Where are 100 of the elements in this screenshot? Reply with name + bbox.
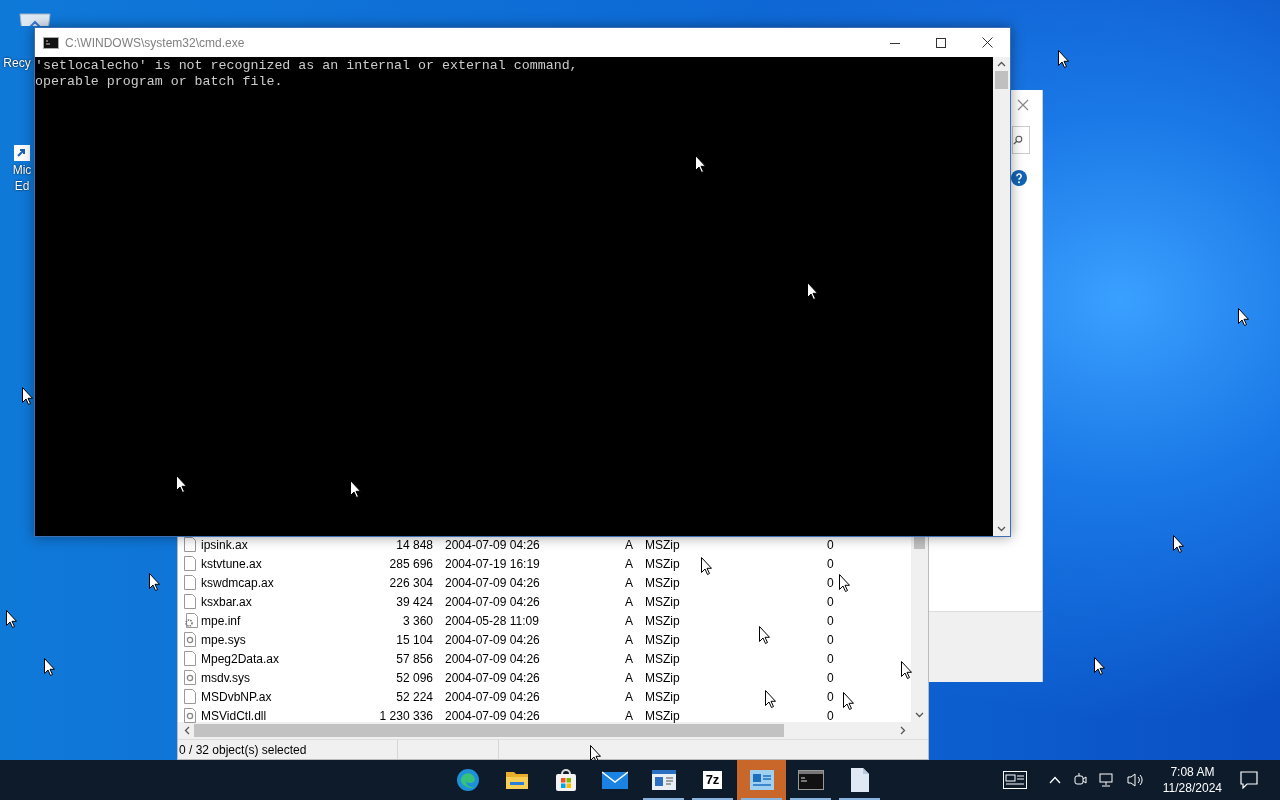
clock-date[interactable]: 11/28/2024 — [1162, 780, 1222, 796]
search-icon — [1013, 134, 1023, 146]
scrollbar-thumb[interactable] — [914, 537, 925, 549]
attributes-cell: A — [625, 613, 633, 628]
attributes-cell: A — [625, 689, 633, 704]
horizontal-scrollbar[interactable] — [178, 722, 928, 739]
system-file-icon — [184, 632, 196, 647]
table-cell: 0 — [827, 651, 834, 666]
table-cell: 0 — [827, 575, 834, 590]
method-cell: MSZip — [645, 651, 680, 666]
method-cell: MSZip — [645, 708, 680, 723]
close-icon[interactable] — [982, 37, 993, 48]
vertical-scrollbar[interactable] — [993, 57, 1010, 536]
search-field[interactable] — [1012, 126, 1030, 154]
chevron-up-icon[interactable] — [1048, 776, 1061, 784]
cursor-icon — [807, 282, 818, 300]
window-title: C:\WINDOWS\system32\cmd.exe — [65, 35, 245, 50]
table-cell: 0 — [827, 556, 834, 571]
mail-icon — [601, 770, 628, 790]
modified-cell: 2004-07-09 04:26 — [445, 651, 540, 666]
desktop-icon-label[interactable]: Recy — [3, 56, 31, 70]
file-name-cell[interactable]: mpe.sys — [201, 632, 246, 647]
file-icon — [184, 651, 196, 666]
file-size-cell: 57 856 — [396, 651, 433, 666]
file-size-cell: 39 424 — [396, 594, 433, 609]
scroll-down-icon[interactable] — [915, 712, 924, 718]
modified-cell: 2004-07-09 04:26 — [445, 575, 540, 590]
console-output-line: 'setlocalecho' is not recognized as an internal or external command, — [35, 58, 578, 74]
scroll-up-icon[interactable] — [997, 61, 1006, 67]
volume-icon[interactable] — [1126, 772, 1145, 788]
camera-icon[interactable] — [1072, 772, 1087, 788]
cursor-icon — [1094, 657, 1105, 675]
folder-icon — [504, 769, 529, 791]
attributes-cell: A — [625, 632, 633, 647]
attributes-cell: A — [625, 594, 633, 609]
file-name-cell[interactable]: MSDvbNP.ax — [201, 689, 272, 704]
console-output-line: operable program or batch file. — [35, 74, 283, 90]
method-cell: MSZip — [645, 594, 680, 609]
help-icon[interactable] — [1011, 170, 1027, 186]
system-file-icon — [184, 670, 196, 685]
cursor-icon — [350, 480, 361, 498]
table-cell: 0 — [827, 689, 834, 704]
status-text: 0 / 32 object(s) selected — [178, 742, 308, 757]
file-size-cell: 15 104 — [396, 632, 433, 647]
scroll-left-icon[interactable] — [184, 726, 190, 735]
file-name-cell[interactable]: mpe.inf — [201, 613, 241, 628]
file-size-cell: 3 360 — [402, 613, 433, 628]
file-name-cell[interactable]: ksxbar.ax — [201, 594, 252, 609]
modified-cell: 2004-07-09 04:26 — [445, 670, 540, 685]
shortcut-icon[interactable] — [14, 145, 30, 161]
file-size-cell: 285 696 — [389, 556, 433, 571]
cursor-icon — [1173, 535, 1184, 553]
network-icon[interactable] — [1098, 772, 1115, 788]
file-size-cell: 14 848 — [396, 537, 433, 552]
cursor-icon — [765, 690, 776, 708]
system-file-icon — [184, 708, 196, 723]
method-cell: MSZip — [645, 537, 680, 552]
cursor-icon — [695, 155, 706, 173]
modified-cell: 2004-07-19 16:19 — [445, 556, 540, 571]
modified-cell: 2004-05-28 11:09 — [445, 613, 539, 628]
file-name-cell[interactable]: msdv.sys — [201, 670, 251, 685]
file-icon — [184, 575, 196, 590]
file-name-cell[interactable]: Mpeg2Data.ax — [201, 651, 280, 666]
file-icon — [184, 594, 196, 609]
cursor-icon — [1058, 50, 1069, 68]
file-name-cell[interactable]: MSVidCtl.dll — [201, 708, 267, 723]
method-cell: MSZip — [645, 556, 680, 571]
cursor-icon — [839, 574, 850, 592]
method-cell: MSZip — [645, 575, 680, 590]
maximize-icon[interactable] — [936, 37, 946, 48]
cursor-icon — [6, 610, 17, 628]
window-icon — [749, 770, 774, 790]
taskbar-button[interactable]: 7z — [688, 760, 737, 800]
news-icon[interactable] — [1002, 771, 1027, 789]
modified-cell: 2004-07-09 04:26 — [445, 708, 540, 723]
cursor-icon — [1238, 308, 1249, 326]
attributes-cell: A — [625, 537, 633, 552]
notification-icon[interactable] — [1240, 771, 1258, 789]
file-size-cell: 1 230 336 — [379, 708, 433, 723]
table-cell: 0 — [827, 613, 834, 628]
file-size-cell: 226 304 — [389, 575, 433, 590]
cursor-icon — [44, 658, 55, 676]
archiver-icon: 7z — [702, 771, 723, 789]
modified-cell: 2004-07-09 04:26 — [445, 689, 540, 704]
cursor-icon — [759, 626, 770, 644]
cursor-icon — [701, 557, 712, 575]
console-icon — [797, 770, 824, 790]
cursor-icon — [176, 475, 187, 493]
file-name-cell[interactable]: kswdmcap.ax — [201, 575, 274, 590]
desktop-icon-label[interactable]: Mic — [12, 163, 32, 177]
scrollbar-thumb[interactable] — [194, 724, 784, 737]
file-name-cell[interactable]: ipsink.ax — [201, 537, 248, 552]
attributes-cell: A — [625, 575, 633, 590]
scrollbar-thumb[interactable] — [995, 71, 1008, 89]
scroll-right-icon[interactable] — [900, 726, 906, 735]
clock-time[interactable]: 7:08 AM — [1170, 764, 1215, 780]
desktop-icon-label[interactable]: Ed — [14, 179, 30, 193]
vertical-scrollbar[interactable] — [911, 535, 928, 722]
scroll-down-icon[interactable] — [997, 526, 1006, 532]
file-name-cell[interactable]: kstvtune.ax — [201, 556, 262, 571]
